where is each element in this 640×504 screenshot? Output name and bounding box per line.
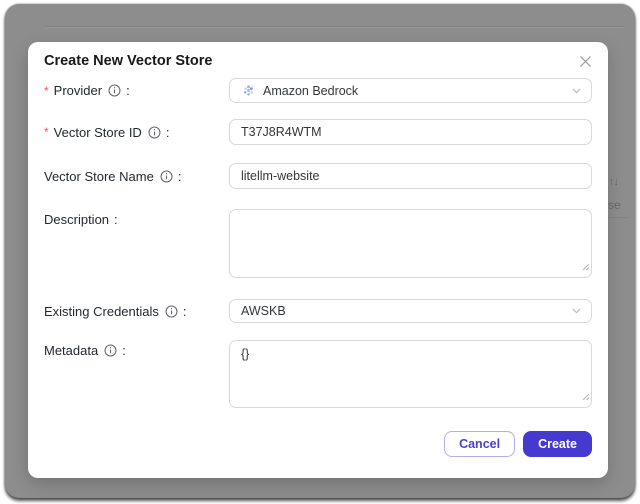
form-row-provider: * Provider : Amazon Bedrock	[44, 78, 592, 103]
provider-label: * Provider :	[44, 83, 229, 98]
info-icon[interactable]	[165, 305, 178, 318]
info-icon[interactable]	[108, 84, 121, 97]
vector-store-id-label: * Vector Store ID :	[44, 125, 229, 140]
label-colon: :	[165, 124, 170, 140]
description-textarea[interactable]	[229, 209, 592, 278]
form-row-vector-store-name: Vector Store Name :	[44, 163, 592, 189]
close-button[interactable]	[574, 52, 596, 74]
info-icon[interactable]	[160, 170, 173, 183]
label-colon: :	[126, 83, 130, 98]
label-colon: :	[114, 212, 118, 227]
description-label-text: Description	[44, 212, 110, 227]
description-label: Description :	[44, 209, 229, 227]
existing-credentials-label-text: Existing Credentials	[44, 303, 159, 319]
label-colon: :	[177, 168, 182, 184]
metadata-textarea[interactable]: {}	[229, 340, 592, 408]
provider-select[interactable]: Amazon Bedrock	[229, 78, 592, 103]
metadata-label-text: Metadata	[44, 343, 99, 358]
form-row-vector-store-id: * Vector Store ID :	[44, 119, 592, 145]
modal-title: Create New Vector Store	[44, 53, 213, 69]
existing-credentials-select[interactable]: AWSKB	[229, 299, 592, 323]
info-icon[interactable]	[148, 126, 161, 139]
label-colon: :	[182, 303, 187, 319]
required-marker: *	[44, 125, 49, 139]
vector-store-id-label-text: Vector Store ID	[53, 124, 142, 140]
modal-overlay[interactable]: ↑↓ se Create New Vector Store * Provider…	[5, 4, 635, 498]
close-icon	[579, 55, 592, 71]
vector-store-name-label: Vector Store Name :	[44, 169, 229, 184]
background-truncated-text: se	[608, 198, 621, 212]
existing-credentials-select-value: AWSKB	[241, 304, 286, 318]
cancel-button[interactable]: Cancel	[444, 431, 516, 457]
label-colon: :	[122, 343, 126, 358]
existing-credentials-label: Existing Credentials :	[44, 304, 229, 319]
form-row-metadata: Metadata : {}	[44, 340, 592, 408]
screenshot-stage: ↑↓ se Create New Vector Store * Provider…	[0, 0, 640, 504]
chevron-down-icon	[571, 306, 582, 317]
vector-store-id-input[interactable]	[229, 119, 592, 145]
provider-select-value: Amazon Bedrock	[263, 83, 359, 98]
chevron-down-icon	[571, 85, 582, 96]
form-row-existing-credentials: Existing Credentials : AWSKB	[44, 299, 592, 323]
create-button[interactable]: Create	[523, 431, 592, 457]
vector-store-name-label-text: Vector Store Name	[44, 168, 154, 184]
amazon-bedrock-icon	[241, 83, 256, 98]
provider-label-text: Provider	[53, 83, 103, 98]
background-header-divider	[45, 26, 625, 27]
metadata-label: Metadata :	[44, 340, 229, 358]
create-vector-store-modal: Create New Vector Store * Provider : Ama…	[28, 42, 608, 478]
info-icon[interactable]	[104, 344, 117, 357]
form-row-description: Description :	[44, 209, 592, 278]
required-marker: *	[44, 83, 49, 98]
vector-store-name-input[interactable]	[229, 163, 592, 189]
sort-arrows-icon: ↑↓	[609, 176, 619, 188]
modal-footer: Cancel Create	[444, 431, 592, 457]
